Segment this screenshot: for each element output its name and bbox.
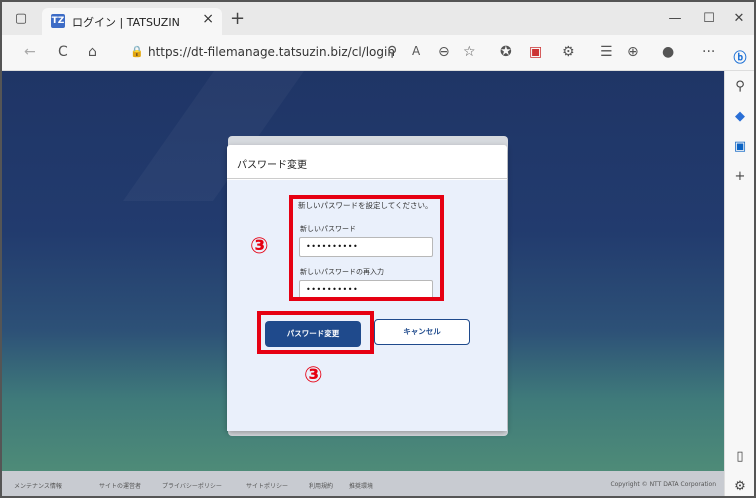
settings-icon[interactable]: ⚙ bbox=[732, 479, 748, 495]
close-window-button[interactable]: ✕ bbox=[728, 8, 750, 30]
tab-actions-icon[interactable]: ▢ bbox=[10, 8, 32, 30]
zoom-icon[interactable]: ⊖ bbox=[438, 44, 450, 60]
back-icon[interactable]: ← bbox=[24, 44, 36, 60]
dialog-title: パスワード変更 bbox=[237, 160, 307, 171]
bing-icon[interactable]: ⓑ bbox=[732, 51, 748, 67]
maximize-button[interactable]: ☐ bbox=[698, 8, 720, 30]
add-icon[interactable]: + bbox=[732, 169, 748, 185]
footer-link-operator[interactable]: サイトの運営者 bbox=[99, 481, 141, 490]
step-marker-2: ③ bbox=[304, 363, 323, 388]
page-footer: メンテナンス情報 サイトの運営者 プライバシーポリシー サイトポリシー 利用規約… bbox=[2, 471, 724, 496]
highlight-password-fields bbox=[289, 195, 444, 301]
panel-icon[interactable]: ▯ bbox=[732, 449, 748, 465]
profile-icon[interactable]: ● bbox=[662, 44, 674, 60]
favorites-icon[interactable]: ☰ bbox=[600, 44, 613, 60]
key-icon[interactable]: ⚲ bbox=[387, 44, 397, 60]
title-bar: ▢ TZ ログイン | TATSUZIN × + — ☐ ✕ bbox=[2, 2, 754, 35]
extension-icon[interactable]: ✪ bbox=[500, 44, 512, 60]
more-icon[interactable]: ··· bbox=[702, 44, 715, 60]
dialog-header: パスワード変更 bbox=[227, 145, 507, 179]
extensions-icon[interactable]: ⚙ bbox=[562, 44, 575, 60]
copyright-text: Copyright © NTT DATA Corporation bbox=[610, 481, 716, 488]
footer-link-environment[interactable]: 推奨環境 bbox=[349, 481, 373, 490]
outlook-icon[interactable]: ▣ bbox=[732, 139, 748, 155]
address-bar[interactable]: 🔒 https://dt-filemanage.tatsuzin.biz/cl/… bbox=[120, 41, 480, 65]
footer-link-privacy[interactable]: プライバシーポリシー bbox=[162, 481, 222, 490]
browser-tab[interactable]: TZ ログイン | TATSUZIN × bbox=[42, 8, 222, 35]
browser-toolbar: ← C ⌂ 🔒 https://dt-filemanage.tatsuzin.b… bbox=[2, 35, 754, 71]
step-marker-1: ③ bbox=[250, 234, 269, 259]
favicon-icon: TZ bbox=[51, 14, 65, 28]
app-icon[interactable]: ▣ bbox=[529, 44, 542, 60]
tab-title: ログイン | TATSUZIN bbox=[72, 16, 180, 29]
cancel-button[interactable]: キャンセル bbox=[374, 319, 470, 345]
favorite-icon[interactable]: ☆ bbox=[463, 44, 476, 60]
lock-icon: 🔒 bbox=[130, 45, 144, 58]
refresh-icon[interactable]: C bbox=[58, 44, 68, 60]
url-text[interactable]: https://dt-filemanage.tatsuzin.biz/cl/lo… bbox=[148, 45, 395, 59]
new-tab-button[interactable]: + bbox=[230, 8, 245, 29]
shopping-icon[interactable]: ◆ bbox=[732, 109, 748, 125]
highlight-submit-button bbox=[257, 311, 374, 354]
collections-icon[interactable]: ⊕ bbox=[627, 44, 639, 60]
edge-sidebar: ⓑ ⚲ ◆ ▣ + ▯ ⚙ bbox=[724, 51, 754, 496]
minimize-button[interactable]: — bbox=[664, 8, 686, 30]
footer-link-terms[interactable]: 利用規約 bbox=[309, 481, 333, 490]
tab-close-icon[interactable]: × bbox=[202, 11, 214, 27]
search-icon[interactable]: ⚲ bbox=[732, 79, 748, 95]
footer-link-site-policy[interactable]: サイトポリシー bbox=[246, 481, 288, 490]
read-aloud-icon[interactable]: A bbox=[412, 44, 420, 58]
home-icon[interactable]: ⌂ bbox=[88, 44, 97, 60]
browser-window: ▢ TZ ログイン | TATSUZIN × + — ☐ ✕ ← C ⌂ 🔒 h… bbox=[0, 0, 756, 498]
footer-link-maintenance[interactable]: メンテナンス情報 bbox=[14, 481, 62, 490]
